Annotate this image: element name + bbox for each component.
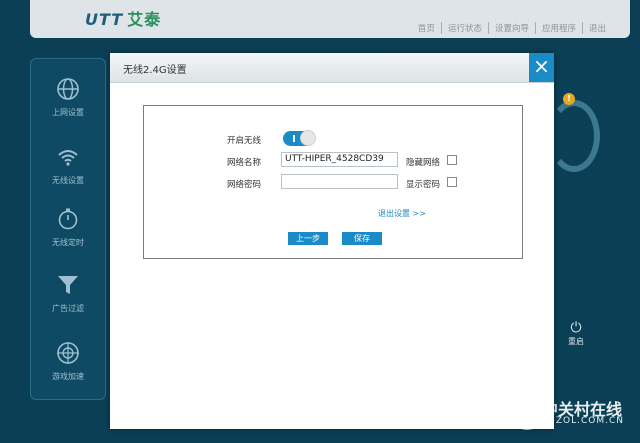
wireless-toggle[interactable] (283, 130, 316, 146)
warning-badge: ! (563, 93, 575, 105)
reboot-label: 重启 (568, 337, 584, 346)
ssid-input[interactable]: UTT-HIPER_4528CD39 (281, 152, 398, 167)
hide-ssid-label: 隐藏网络 (406, 158, 441, 168)
dialog-title: 无线2.4G设置 (123, 65, 187, 76)
crosshair-icon (57, 342, 79, 364)
wireless-label: 开启无线 (227, 136, 262, 146)
sidebar-item-label: 游戏加速 (52, 372, 84, 381)
close-button[interactable]: × (529, 53, 554, 82)
top-nav: 首页 运行状态 设置向导 应用程序 退出 (412, 22, 612, 34)
exit-setup-link[interactable]: 退出设置 >> (378, 208, 426, 219)
sidebar-item-adfilter[interactable]: 广告过滤 (31, 273, 105, 314)
hide-ssid-checkbox[interactable] (447, 155, 457, 165)
logo-latin: UTT (85, 10, 124, 29)
reboot-button[interactable]: ⏻ 重启 (564, 320, 588, 347)
toggle-knob (300, 130, 316, 146)
brand-logo: UTT 艾泰 (85, 6, 161, 30)
save-button[interactable]: 保存 (342, 232, 382, 245)
prev-step-button[interactable]: 上一步 (288, 232, 328, 245)
sidebar-item-label: 无线定时 (52, 238, 84, 247)
watermark-sub: ZOL.COM.CN (555, 416, 624, 426)
stopwatch-icon (58, 208, 78, 230)
sidebar-item-wireless[interactable]: 无线设置 (31, 145, 105, 186)
password-input[interactable] (281, 174, 398, 189)
sidebar: 上网设置 无线设置 无线定时 广告过滤 游戏加速 (30, 58, 106, 400)
nav-status[interactable]: 运行状态 (442, 22, 489, 34)
dialog-titlebar: 无线2.4G设置 × (110, 53, 554, 83)
status-ring (548, 100, 600, 172)
wireless-settings-dialog: 无线2.4G设置 × 开启无线 网络名称 UTT-HIPER_4528CD39 … (110, 53, 554, 429)
sidebar-item-label: 上网设置 (52, 108, 84, 117)
wifi-icon (58, 150, 78, 166)
nav-wizard[interactable]: 设置向导 (489, 22, 536, 34)
settings-form: 开启无线 网络名称 UTT-HIPER_4528CD39 隐藏网络 网络密码 显… (143, 105, 523, 259)
show-password-label: 显示密码 (406, 180, 441, 190)
toggle-on-mark (293, 135, 295, 142)
power-icon: ⏻ (570, 320, 582, 336)
password-label: 网络密码 (227, 180, 262, 190)
funnel-icon (58, 276, 78, 294)
nav-home[interactable]: 首页 (412, 22, 442, 34)
sidebar-item-timer[interactable]: 无线定时 (31, 207, 105, 248)
globe-icon (57, 78, 79, 100)
sidebar-item-label: 无线设置 (52, 176, 84, 185)
nav-exit[interactable]: 退出 (583, 22, 612, 34)
ssid-label: 网络名称 (227, 158, 262, 168)
logo-cn: 艾泰 (127, 10, 162, 29)
nav-apps[interactable]: 应用程序 (536, 22, 583, 34)
show-password-checkbox[interactable] (447, 177, 457, 187)
top-header: UTT 艾泰 首页 运行状态 设置向导 应用程序 退出 (30, 0, 630, 38)
sidebar-item-label: 广告过滤 (52, 304, 84, 313)
sidebar-item-game[interactable]: 游戏加速 (31, 341, 105, 382)
sidebar-item-internet[interactable]: 上网设置 (31, 77, 105, 118)
close-icon: × (533, 54, 550, 78)
